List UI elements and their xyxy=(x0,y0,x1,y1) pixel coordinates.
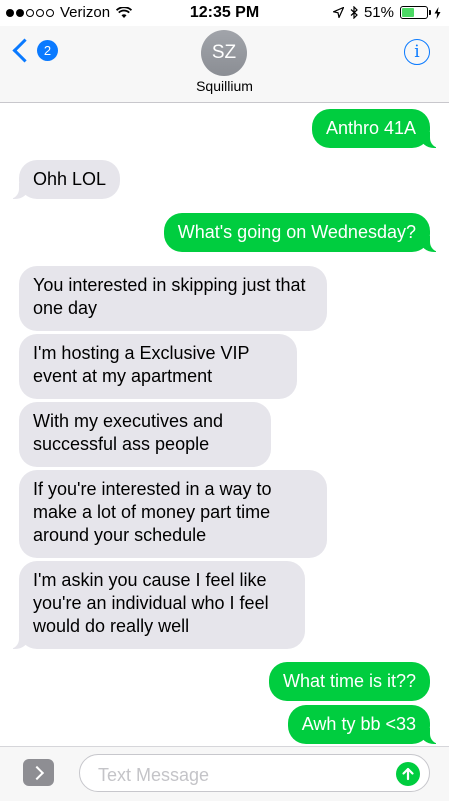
message-bubble-received[interactable]: If you're interested in a way to make a … xyxy=(19,470,327,558)
message-bubble-received[interactable]: Ohh LOL xyxy=(8,160,121,199)
message-bubble-sent[interactable]: What's going on Wednesday? xyxy=(163,213,441,252)
bluetooth-icon xyxy=(350,6,358,19)
charging-bolt-icon xyxy=(434,6,441,19)
message-text: Ohh LOL xyxy=(33,169,107,189)
message-field[interactable] xyxy=(79,754,430,792)
message-bubble-sent[interactable]: Anthro 41A xyxy=(311,109,441,148)
chevron-left-icon xyxy=(12,38,37,63)
status-right: 51% xyxy=(332,4,441,21)
avatar-initials: SZ xyxy=(211,42,237,63)
apps-expand-button[interactable] xyxy=(23,759,54,786)
message-text: I'm hosting a Exclusive VIP event at my … xyxy=(33,343,250,386)
send-button[interactable] xyxy=(396,762,420,786)
message-text: What's going on Wednesday? xyxy=(177,222,416,242)
battery-tip xyxy=(429,10,431,15)
unread-count-badge: 2 xyxy=(37,40,58,61)
contact-avatar[interactable]: SZ xyxy=(201,30,247,76)
message-text: If you're interested in a way to make a … xyxy=(33,479,272,545)
contact-name[interactable]: Squillium xyxy=(0,78,449,94)
message-bubble-sent[interactable]: Awh ty bb <33 xyxy=(287,705,441,744)
chevron-right-icon xyxy=(29,765,45,780)
message-text: Anthro 41A xyxy=(325,118,416,138)
info-icon: i xyxy=(414,42,420,62)
message-text: With my executives and successful ass pe… xyxy=(33,411,224,454)
battery-icon xyxy=(400,6,431,19)
info-button[interactable]: i xyxy=(404,39,430,65)
status-bar: Verizon 12:35 PM 51% xyxy=(0,0,449,26)
battery-percent: 51% xyxy=(363,4,394,21)
arrow-up-icon xyxy=(402,767,414,781)
battery-fill xyxy=(402,8,414,17)
message-bubble-received[interactable]: I'm hosting a Exclusive VIP event at my … xyxy=(19,334,297,399)
message-input[interactable] xyxy=(96,763,380,787)
message-bubble-sent[interactable]: What time is it?? xyxy=(268,662,430,701)
message-text: Awh ty bb <33 xyxy=(301,714,416,734)
message-thread[interactable]: Anthro 41A Ohh LOL What's going on Wedne… xyxy=(0,103,449,744)
message-bubble-received[interactable]: I'm askin you cause I feel like you're a… xyxy=(9,561,305,649)
message-bubble-received[interactable]: You interested in skipping just that one… xyxy=(19,266,327,331)
back-button[interactable]: 2 xyxy=(10,38,58,63)
message-text: I'm askin you cause I feel like you're a… xyxy=(33,570,269,636)
message-text: You interested in skipping just that one… xyxy=(33,275,306,318)
message-bubble-received[interactable]: With my executives and successful ass pe… xyxy=(19,402,271,467)
compose-bar xyxy=(0,746,449,801)
conversation-header: 2 SZ Squillium i xyxy=(0,26,449,103)
message-text: What time is it?? xyxy=(282,671,416,691)
location-arrow-icon xyxy=(332,7,344,18)
